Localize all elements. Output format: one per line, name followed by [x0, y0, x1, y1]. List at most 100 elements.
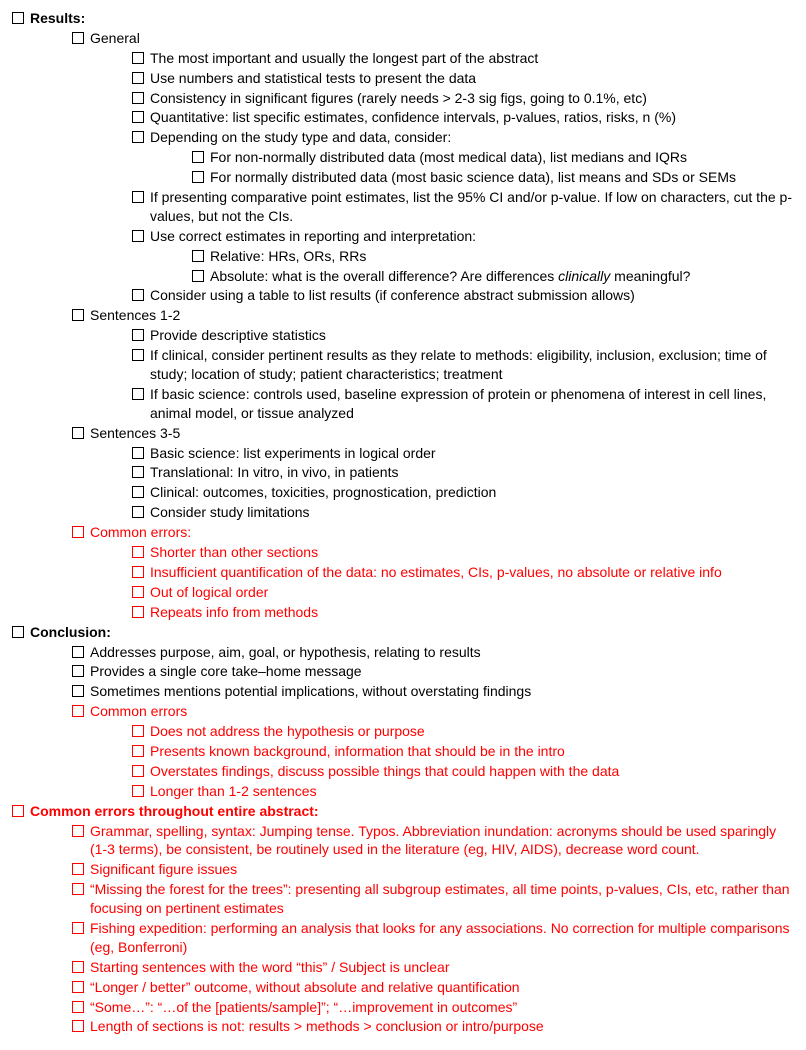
checkbox-icon[interactable]	[132, 388, 144, 400]
checklist-item: Common errors:	[72, 523, 794, 542]
checkbox-icon[interactable]	[132, 606, 144, 618]
checklist-item: Starting sentences with the word “this” …	[72, 958, 794, 977]
checklist-item-label: Insufficient quantification of the data:…	[150, 563, 794, 582]
checklist-item: Longer than 1-2 sentences	[132, 782, 794, 801]
checklist-item: Common errors	[72, 702, 794, 721]
checkbox-icon[interactable]	[132, 92, 144, 104]
checklist-item: For normally distributed data (most basi…	[192, 168, 794, 187]
checkbox-icon[interactable]	[72, 309, 84, 321]
checkbox-icon[interactable]	[72, 665, 84, 677]
checklist-item: Clinical: outcomes, toxicities, prognost…	[132, 483, 794, 502]
checkbox-icon[interactable]	[132, 230, 144, 242]
checklist-item-label: Conclusion:	[30, 623, 794, 642]
checkbox-icon[interactable]	[132, 546, 144, 558]
checklist-item-label: Length of sections is not: results > met…	[90, 1017, 794, 1036]
checklist-item: Sometimes mentions potential implication…	[72, 682, 794, 701]
checklist-item: Consider using a table to list results (…	[132, 286, 794, 305]
checklist-item: For non-normally distributed data (most …	[192, 148, 794, 167]
checklist-item: “Longer / better” outcome, without absol…	[72, 978, 794, 997]
checkbox-icon[interactable]	[132, 725, 144, 737]
checklist-item-label: Consistency in significant figures (rare…	[150, 89, 794, 108]
checkbox-icon[interactable]	[192, 171, 204, 183]
checkbox-icon[interactable]	[132, 131, 144, 143]
checklist-item: Significant figure issues	[72, 860, 794, 879]
checklist-item-label: Provide descriptive statistics	[150, 326, 794, 345]
checkbox-icon[interactable]	[72, 922, 84, 934]
checkbox-icon[interactable]	[72, 705, 84, 717]
checklist-item-label: General	[90, 29, 794, 48]
checklist-item-label: Quantitative: list specific estimates, c…	[150, 108, 794, 127]
checkbox-icon[interactable]	[132, 289, 144, 301]
checkbox-icon[interactable]	[72, 825, 84, 837]
checklist-item-label: Consider study limitations	[150, 503, 794, 522]
checkbox-icon[interactable]	[72, 981, 84, 993]
checklist-item-label: Common errors	[90, 702, 794, 721]
checkbox-icon[interactable]	[72, 883, 84, 895]
checkbox-icon[interactable]	[72, 646, 84, 658]
checklist-item: Shorter than other sections	[132, 543, 794, 562]
checkbox-icon[interactable]	[132, 586, 144, 598]
checkbox-icon[interactable]	[132, 785, 144, 797]
checklist-item: “Missing the forest for the trees”: pres…	[72, 880, 794, 918]
checkbox-icon[interactable]	[132, 506, 144, 518]
checklist-item: Out of logical order	[132, 583, 794, 602]
checkbox-icon[interactable]	[72, 685, 84, 697]
checkbox-icon[interactable]	[132, 349, 144, 361]
checklist-item: Presents known background, information t…	[132, 742, 794, 761]
checkbox-icon[interactable]	[192, 151, 204, 163]
checkbox-icon[interactable]	[72, 427, 84, 439]
checkbox-icon[interactable]	[132, 447, 144, 459]
checklist-item: Fishing expedition: performing an analys…	[72, 919, 794, 957]
checkbox-icon[interactable]	[192, 270, 204, 282]
checkbox-icon[interactable]	[132, 566, 144, 578]
checkbox-icon[interactable]	[132, 329, 144, 341]
checklist-item-label: For normally distributed data (most basi…	[210, 168, 794, 187]
checklist-item: Results:	[12, 9, 794, 28]
checkbox-icon[interactable]	[12, 12, 24, 24]
checklist-item: Provides a single core take–home message	[72, 662, 794, 681]
checkbox-icon[interactable]	[132, 111, 144, 123]
checkbox-icon[interactable]	[132, 466, 144, 478]
checklist-container: Results:GeneralThe most important and us…	[12, 9, 794, 1036]
checklist-item-label: “Longer / better” outcome, without absol…	[90, 978, 794, 997]
checklist-item-label: “Some…”: “…of the [patients/sample]”; “……	[90, 998, 794, 1017]
checklist-item-label: Longer than 1-2 sentences	[150, 782, 794, 801]
checkbox-icon[interactable]	[192, 250, 204, 262]
checkbox-icon[interactable]	[12, 626, 24, 638]
checklist-item: Consistency in significant figures (rare…	[132, 89, 794, 108]
checkbox-icon[interactable]	[72, 526, 84, 538]
checklist-item-label: Grammar, spelling, syntax: Jumping tense…	[90, 822, 794, 860]
checkbox-icon[interactable]	[132, 72, 144, 84]
checkbox-icon[interactable]	[132, 745, 144, 757]
checkbox-icon[interactable]	[72, 1020, 84, 1032]
checklist-item-label: Clinical: outcomes, toxicities, prognost…	[150, 483, 794, 502]
checklist-item: “Some…”: “…of the [patients/sample]”; “……	[72, 998, 794, 1017]
checklist-item: Length of sections is not: results > met…	[72, 1017, 794, 1036]
checklist-item-label: Overstates findings, discuss possible th…	[150, 762, 794, 781]
checklist-item-label: Common errors:	[90, 523, 794, 542]
checklist-item-label: Provides a single core take–home message	[90, 662, 794, 681]
checklist-item-label: Relative: HRs, ORs, RRs	[210, 247, 794, 266]
checkbox-icon[interactable]	[12, 805, 24, 817]
checkbox-icon[interactable]	[132, 52, 144, 64]
checklist-item: If presenting comparative point estimate…	[132, 188, 794, 226]
checklist-item: Grammar, spelling, syntax: Jumping tense…	[72, 822, 794, 860]
checkbox-icon[interactable]	[72, 961, 84, 973]
checklist-item-label: Sentences 1-2	[90, 306, 794, 325]
checkbox-icon[interactable]	[132, 486, 144, 498]
checkbox-icon[interactable]	[72, 863, 84, 875]
checklist-item-label: Sentences 3-5	[90, 424, 794, 443]
checkbox-icon[interactable]	[72, 1001, 84, 1013]
checkbox-icon[interactable]	[132, 191, 144, 203]
checkbox-icon[interactable]	[72, 32, 84, 44]
checklist-item-label: Basic science: list experiments in logic…	[150, 444, 794, 463]
checklist-item-label: Does not address the hypothesis or purpo…	[150, 722, 794, 741]
checklist-item-label: Use numbers and statistical tests to pre…	[150, 69, 794, 88]
checklist-item: Consider study limitations	[132, 503, 794, 522]
checklist-item: Repeats info from methods	[132, 603, 794, 622]
checklist-item-label: Absolute: what is the overall difference…	[210, 267, 794, 286]
checklist-item-label: Shorter than other sections	[150, 543, 794, 562]
checklist-item: Quantitative: list specific estimates, c…	[132, 108, 794, 127]
checklist-item: Depending on the study type and data, co…	[132, 128, 794, 147]
checkbox-icon[interactable]	[132, 765, 144, 777]
